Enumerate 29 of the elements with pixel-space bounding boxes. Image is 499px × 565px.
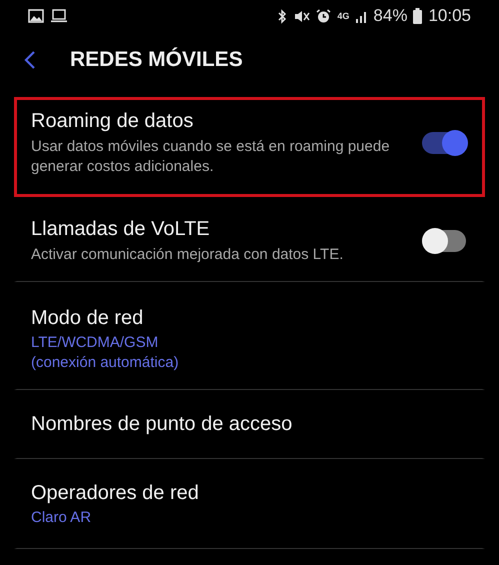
settings-item[interactable]: Nombres de punto de acceso — [14, 390, 485, 459]
item-title: Modo de red — [31, 306, 144, 330]
item-value: LTE/WCDMA/GSM — [31, 334, 160, 352]
item-title: Nombres de punto de acceso — [31, 413, 294, 436]
toggle-switch[interactable] — [422, 230, 466, 252]
battery-percent: 84% — [373, 6, 408, 26]
item-value: (conexión automática) — [31, 354, 180, 373]
settings-item[interactable]: Llamadas de VoLTE Activar comunicación mejorada con datos LTE. — [14, 197, 485, 282]
settings-item[interactable]: Modo de red LTE/WCDMA/GSM (conexión automática) — [14, 282, 485, 390]
toggle-switch[interactable] — [422, 132, 466, 154]
item-title: Llamadas de VoLTE — [31, 218, 211, 241]
item-title: Roaming de datos — [31, 110, 194, 133]
battery-icon — [413, 8, 422, 24]
mute-icon — [294, 8, 310, 24]
clock: 10:05 — [428, 6, 471, 26]
item-summary: Activar comunicación mejorada con datos LTE. — [31, 245, 344, 264]
laptop-icon — [50, 9, 68, 23]
bluetooth-icon — [276, 8, 288, 24]
item-value: Claro AR — [31, 509, 92, 528]
network-label: 4G — [337, 11, 350, 21]
item-summary: Usar datos móviles cuando se está en roaming puede generar costos adicionales. — [31, 137, 391, 176]
page-title: REDES MÓVILES — [70, 48, 243, 72]
settings-item[interactable]: Roaming de datos Usar datos móviles cuando se está en roaming puede generar costos adicionales. — [14, 97, 485, 197]
item-title: Operadores de red — [31, 482, 200, 505]
back-icon — [24, 50, 36, 70]
signal-icon — [355, 10, 368, 22]
settings-item[interactable]: Operadores de red Claro AR — [14, 459, 485, 549]
alarm-icon — [316, 8, 332, 24]
gallery-icon — [28, 9, 44, 23]
